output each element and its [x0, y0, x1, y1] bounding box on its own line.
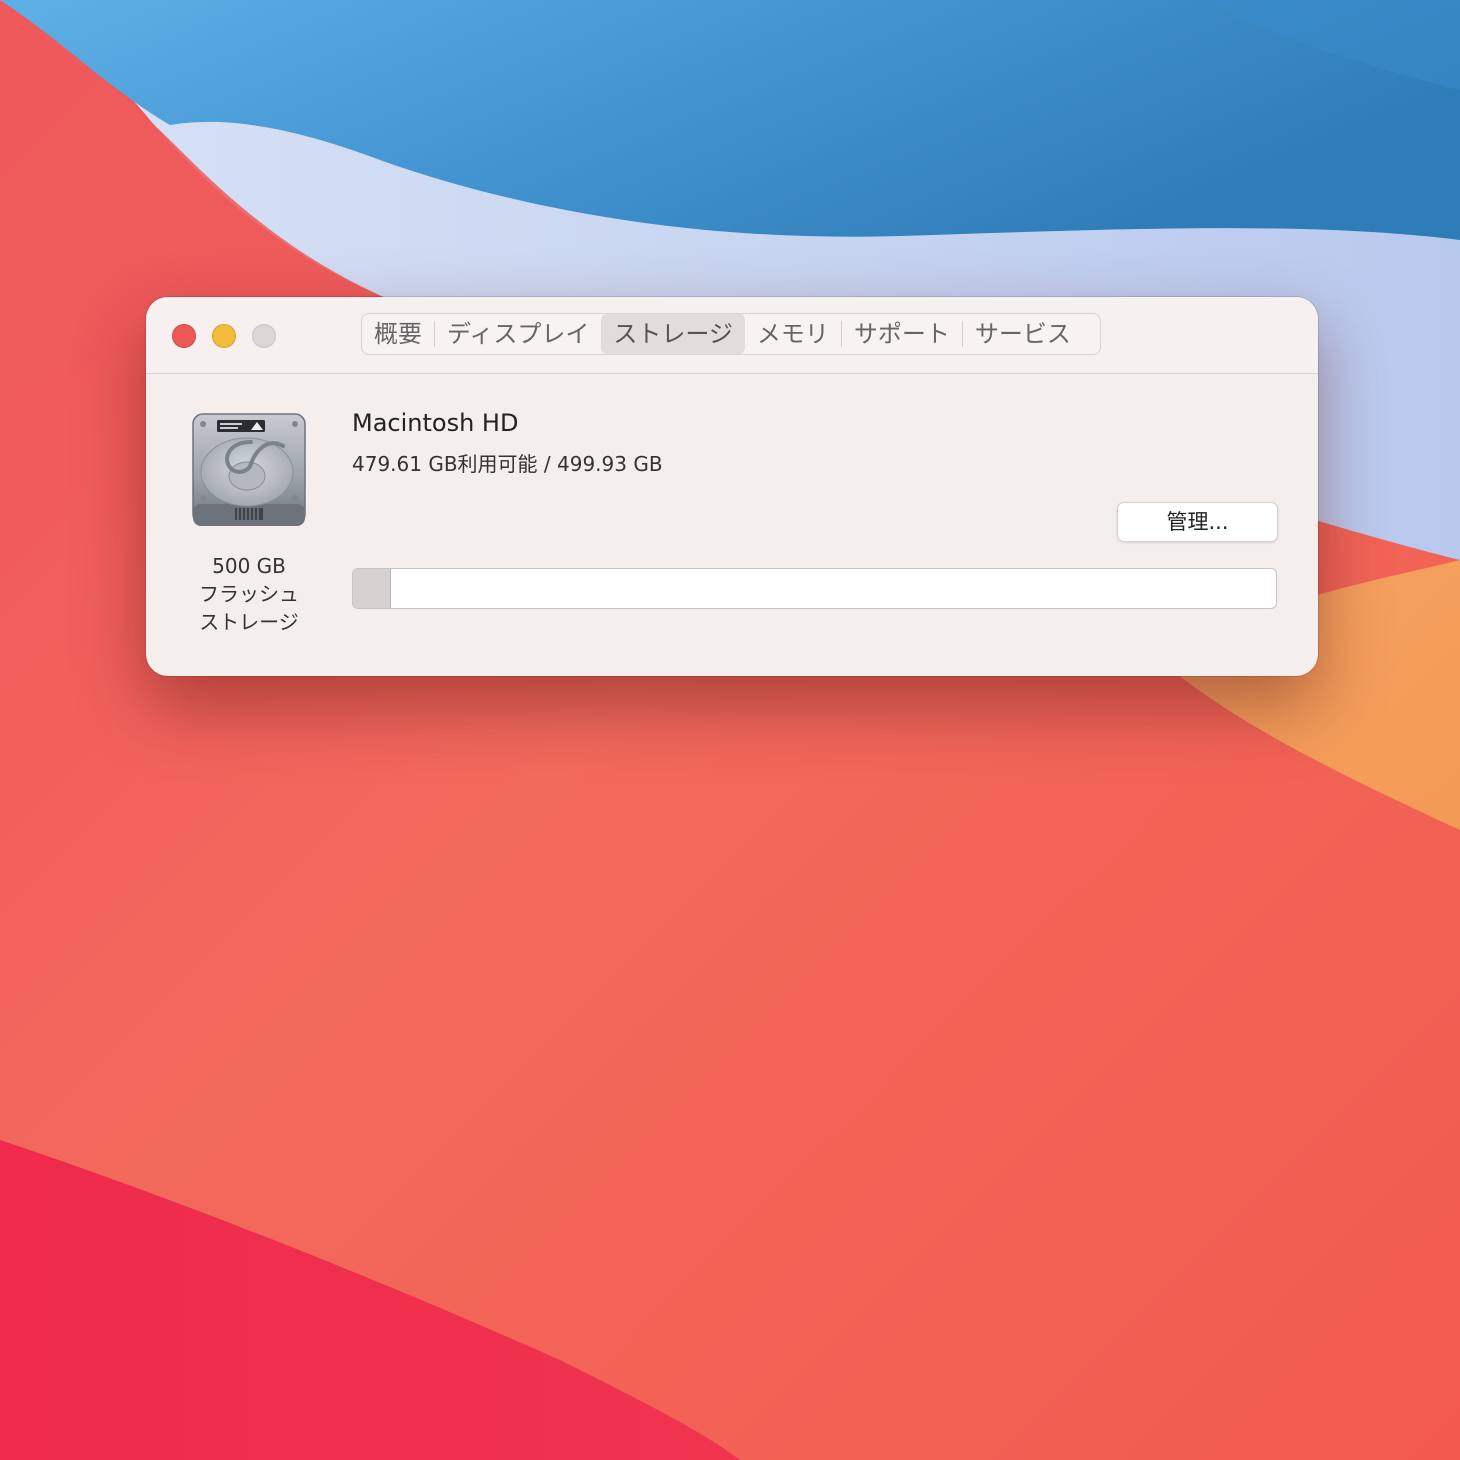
drive-type-line2: ストレージ — [199, 610, 299, 634]
drive-type-line1: フラッシュ — [199, 582, 299, 606]
tab-memory[interactable]: メモリ — [745, 314, 841, 354]
tab-support[interactable]: サポート — [842, 314, 962, 354]
desktop: 概要 ディスプレイ ストレージ メモリ サポート サービス 500 GB フラッ… — [0, 0, 1460, 1460]
drive-capacity: 500 GB — [212, 554, 286, 578]
manage-button[interactable]: 管理... — [1117, 502, 1278, 542]
hard-drive-icon — [192, 413, 306, 526]
about-this-mac-window: 概要 ディスプレイ ストレージ メモリ サポート サービス 500 GB フラッ… — [146, 297, 1318, 676]
volume-name: Macintosh HD — [352, 409, 519, 437]
zoom-button[interactable] — [252, 324, 276, 348]
close-button[interactable] — [172, 324, 196, 348]
storage-usage-fill — [353, 569, 391, 608]
desktop-wallpaper — [0, 0, 1460, 1460]
tab-displays[interactable]: ディスプレイ — [435, 314, 601, 354]
window-titlebar: 概要 ディスプレイ ストレージ メモリ サポート サービス — [146, 297, 1318, 374]
storage-usage-bar — [352, 568, 1277, 609]
tab-bar: 概要 ディスプレイ ストレージ メモリ サポート サービス — [361, 313, 1101, 355]
tab-overview[interactable]: 概要 — [362, 314, 434, 354]
storage-pane: 500 GB フラッシュ ストレージ Macintosh HD 479.61 G… — [146, 374, 1318, 676]
drive-caption: 500 GB フラッシュ ストレージ — [176, 552, 322, 636]
tab-storage[interactable]: ストレージ — [601, 314, 745, 354]
minimize-button[interactable] — [212, 324, 236, 348]
tab-service[interactable]: サービス — [963, 314, 1083, 354]
volume-usage-text: 479.61 GB利用可能 / 499.93 GB — [352, 452, 663, 476]
